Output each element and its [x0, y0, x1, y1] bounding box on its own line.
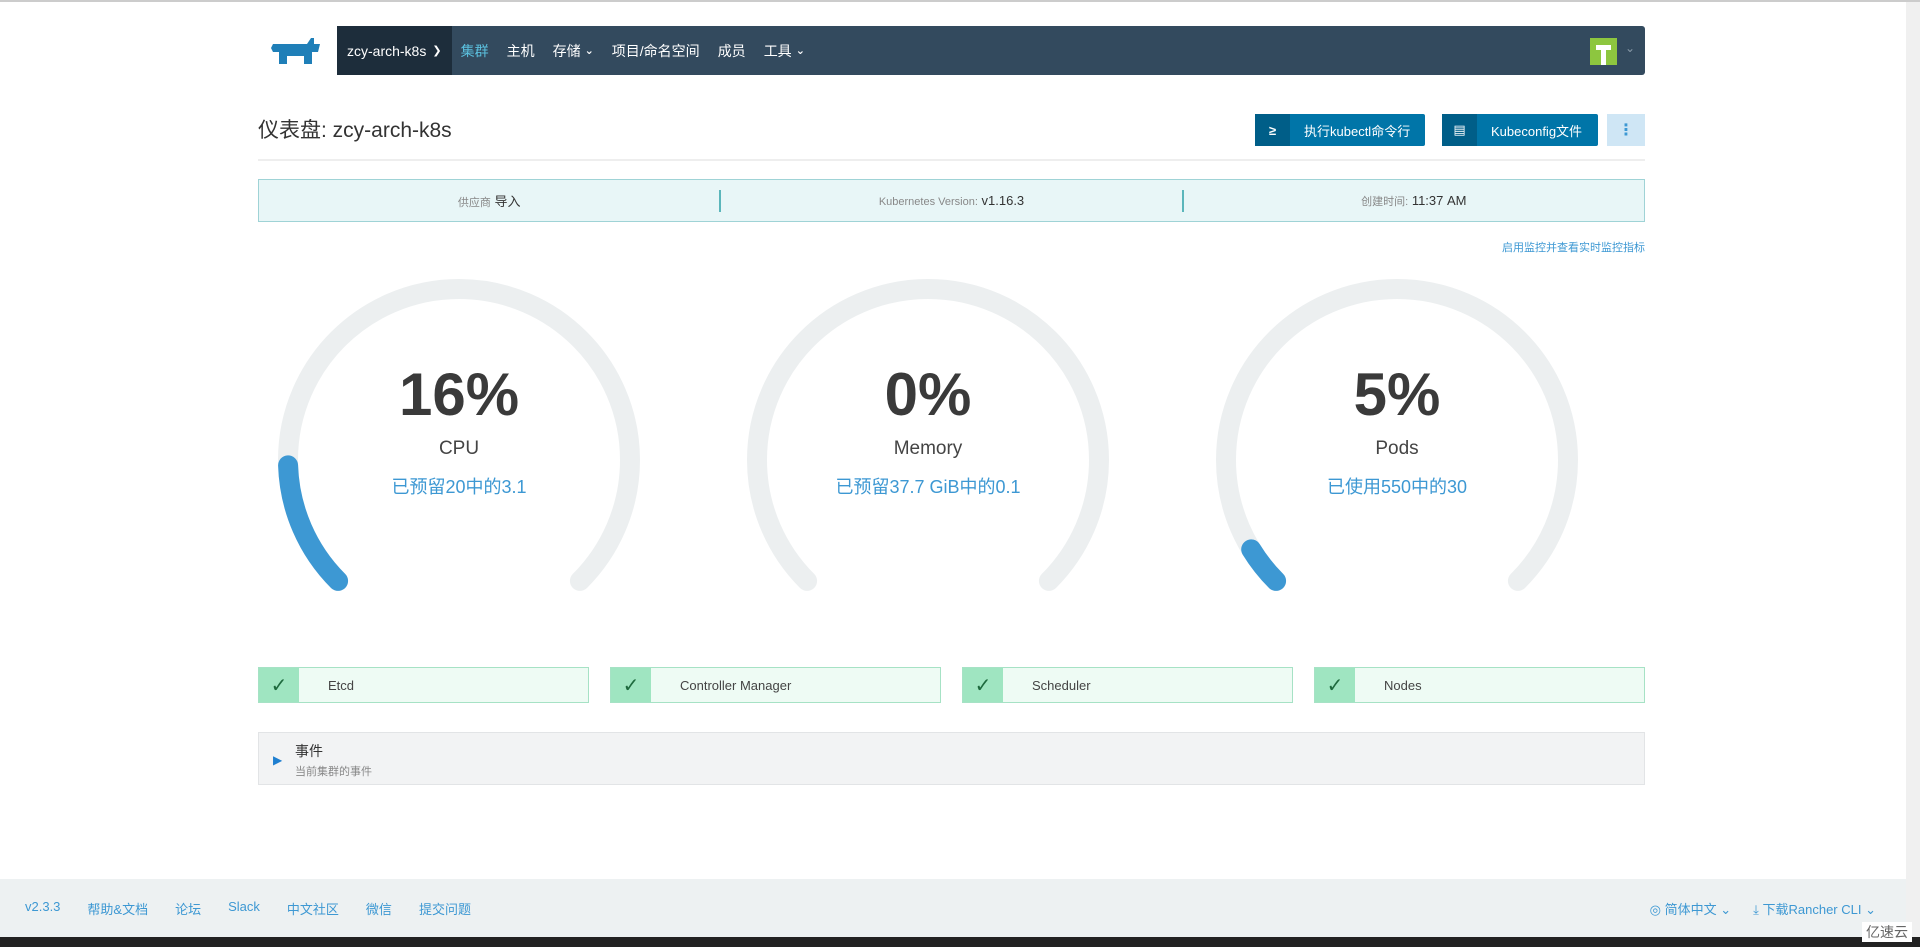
button-label: Kubeconfig文件: [1491, 123, 1583, 139]
ellipsis-vertical-icon: ⋮: [1618, 122, 1634, 139]
more-actions-button[interactable]: ⋮: [1607, 114, 1645, 146]
nav-label: 主机: [506, 42, 535, 59]
nav-label: 项目/命名空间: [611, 42, 700, 59]
file-icon: ▤: [1442, 114, 1477, 146]
created-info: 创建时间: 11:37 AM: [1184, 193, 1644, 209]
nav-label: 集群: [460, 42, 489, 59]
version-link[interactable]: v2.3.3: [25, 899, 60, 918]
gauge-percent: 0%: [884, 361, 972, 428]
events-section[interactable]: ▶ 事件 当前集群的事件: [258, 732, 1645, 785]
created-label: 创建时间:: [1361, 195, 1409, 208]
gauge-cpu: 16% CPU 已预留20中的3.1: [269, 270, 649, 630]
status-label: Etcd: [328, 677, 355, 693]
nav-projects[interactable]: 项目/命名空间: [603, 41, 709, 61]
download-cli-dropdown[interactable]: ⤓ 下载Rancher CLI ⌄: [1753, 899, 1876, 918]
version-label: Kubernetes Version:: [878, 196, 978, 208]
nav-tools[interactable]: 工具 ⌄: [755, 41, 814, 61]
gauge-track: [747, 279, 1109, 591]
kubeconfig-button[interactable]: ▤ Kubeconfig文件: [1442, 114, 1598, 146]
nav-label: 成员: [717, 42, 746, 59]
status-label: Scheduler: [1032, 677, 1091, 693]
provider-value: 导入: [494, 194, 521, 209]
divider: [258, 159, 1645, 161]
provider-label: 供应商: [457, 197, 491, 209]
taskbar-strip: [0, 937, 1920, 947]
check-icon: ✓: [1315, 668, 1355, 702]
gauge-pods: 5% Pods 已使用550中的30: [1207, 270, 1587, 630]
button-label: 执行kubectl命令行: [1304, 123, 1411, 139]
wechat-link[interactable]: 微信: [366, 899, 392, 918]
kubectl-button[interactable]: ≥ 执行kubectl命令行: [1255, 114, 1425, 146]
nav-label: 存储: [552, 42, 581, 59]
gauge-detail: 已预留37.7 GiB中的0.1: [835, 477, 1021, 497]
scrollbar[interactable]: [1906, 2, 1920, 937]
page-title: 仪表盘: zcy-arch-k8s: [258, 119, 452, 142]
download-icon: ⤓: [1753, 901, 1759, 917]
chevron-down-icon: ⌄: [795, 45, 805, 57]
language-label: 简体中文: [1664, 901, 1717, 917]
gauge-label: Memory: [893, 438, 963, 459]
top-border: [0, 0, 1920, 2]
status-scheduler: ✓ Scheduler: [962, 667, 1293, 703]
help-docs-link[interactable]: 帮助&文档: [87, 899, 148, 918]
version-info: Kubernetes Version: v1.16.3: [721, 193, 1181, 208]
nav-storage[interactable]: 存储 ⌄: [544, 41, 603, 61]
terminal-icon: ≥: [1255, 114, 1290, 146]
events-title: 事件: [295, 743, 323, 759]
chevron-down-icon: ⌄: [1720, 901, 1732, 917]
gauge-percent: 16%: [398, 361, 520, 428]
check-icon: ✓: [611, 668, 651, 702]
version-value: v1.16.3: [981, 193, 1025, 208]
nav-label: 工具: [763, 42, 792, 59]
gauge-track: [1216, 279, 1578, 591]
enable-monitoring-link[interactable]: 启用监控并查看实时监控指标: [1502, 239, 1645, 255]
check-icon: ✓: [259, 668, 299, 702]
status-etcd: ✓ Etcd: [258, 667, 589, 703]
status-controller-manager: ✓ Controller Manager: [610, 667, 941, 703]
status-nodes: ✓ Nodes: [1314, 667, 1645, 703]
rancher-logo[interactable]: [257, 26, 337, 75]
expand-triangle-icon[interactable]: ▶: [273, 753, 282, 767]
gauge-track: [278, 279, 640, 591]
watermark: 亿速云: [1862, 922, 1912, 942]
top-nav: zcy-arch-k8s ❯ 集群 主机 存储 ⌄ 项目/命名空间 成员 工具 ⌄ ⌄: [257, 26, 1645, 75]
gauge-percent: 5%: [1353, 361, 1441, 428]
chevron-down-icon[interactable]: ⌄: [1625, 41, 1635, 55]
gauge-memory: 0% Memory 已预留37.7 GiB中的0.1: [738, 270, 1118, 630]
submit-issue-link[interactable]: 提交问题: [419, 899, 471, 918]
created-value: 11:37 AM: [1411, 192, 1467, 208]
chevron-down-icon: ⌄: [584, 45, 594, 57]
nav-hosts[interactable]: 主机: [498, 41, 544, 61]
gauge-fill: [1241, 539, 1287, 591]
status-label: Controller Manager: [680, 677, 792, 693]
language-selector[interactable]: ◎ 简体中文 ⌄: [1650, 899, 1732, 918]
cluster-info-bar: 供应商 导入 Kubernetes Version: v1.16.3 创建时间:…: [258, 179, 1645, 222]
cli-label: 下载Rancher CLI: [1762, 901, 1862, 917]
forum-link[interactable]: 论坛: [175, 899, 201, 918]
gauge-label: Pods: [1375, 438, 1419, 459]
gauge-detail: 已预留20中的3.1: [391, 477, 527, 497]
cluster-switcher[interactable]: zcy-arch-k8s ❯: [337, 26, 452, 75]
chinese-community-link[interactable]: 中文社区: [287, 899, 339, 918]
provider-info: 供应商 导入: [259, 191, 719, 210]
cow-logo-icon: [271, 37, 320, 64]
nav-cluster[interactable]: 集群: [452, 41, 498, 61]
cluster-name: zcy-arch-k8s: [347, 42, 427, 59]
chevron-down-icon: ⌄: [1865, 901, 1876, 917]
footer: v2.3.3 帮助&文档 论坛 Slack 中文社区 微信 提交问题 ◎ 简体中…: [0, 879, 1906, 937]
gauge-detail: 已使用550中的30: [1326, 477, 1468, 497]
user-avatar[interactable]: [1590, 38, 1617, 65]
check-icon: ✓: [963, 668, 1003, 702]
gauge-label: CPU: [438, 438, 480, 459]
status-label: Nodes: [1384, 677, 1422, 693]
chevron-down-icon: ❯: [432, 45, 442, 57]
nav-members[interactable]: 成员: [709, 41, 755, 61]
globe-icon: ◎: [1649, 901, 1661, 917]
slack-link[interactable]: Slack: [228, 899, 260, 918]
events-subtitle: 当前集群的事件: [295, 766, 372, 778]
